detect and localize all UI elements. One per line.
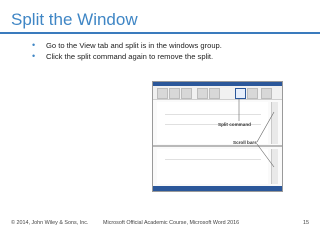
slide-title: Split the Window <box>11 10 138 29</box>
bullet-text: Click the split command again to remove … <box>46 52 214 61</box>
word-window-screenshot: Split command Scroll bars <box>152 81 283 192</box>
bullet-item: • Click the split command again to remov… <box>32 51 312 62</box>
title-rule <box>0 32 320 34</box>
footer-copyright: © 2014, John Wiley & Sons, Inc. <box>11 220 89 226</box>
bullet-list: • Go to the View tab and split is in the… <box>32 40 312 62</box>
bullet-text: Go to the View tab and split is in the w… <box>46 41 222 50</box>
bullet-icon: • <box>32 40 36 50</box>
slide-footer: © 2014, John Wiley & Sons, Inc. Microsof… <box>0 220 320 232</box>
bullet-icon: • <box>32 51 36 61</box>
callout-leader-lines <box>238 99 275 168</box>
footer-course: Microsoft Official Academic Course, Micr… <box>103 220 240 226</box>
bullet-item: • Go to the View tab and split is in the… <box>32 40 312 51</box>
page-number: 15 <box>303 220 309 226</box>
